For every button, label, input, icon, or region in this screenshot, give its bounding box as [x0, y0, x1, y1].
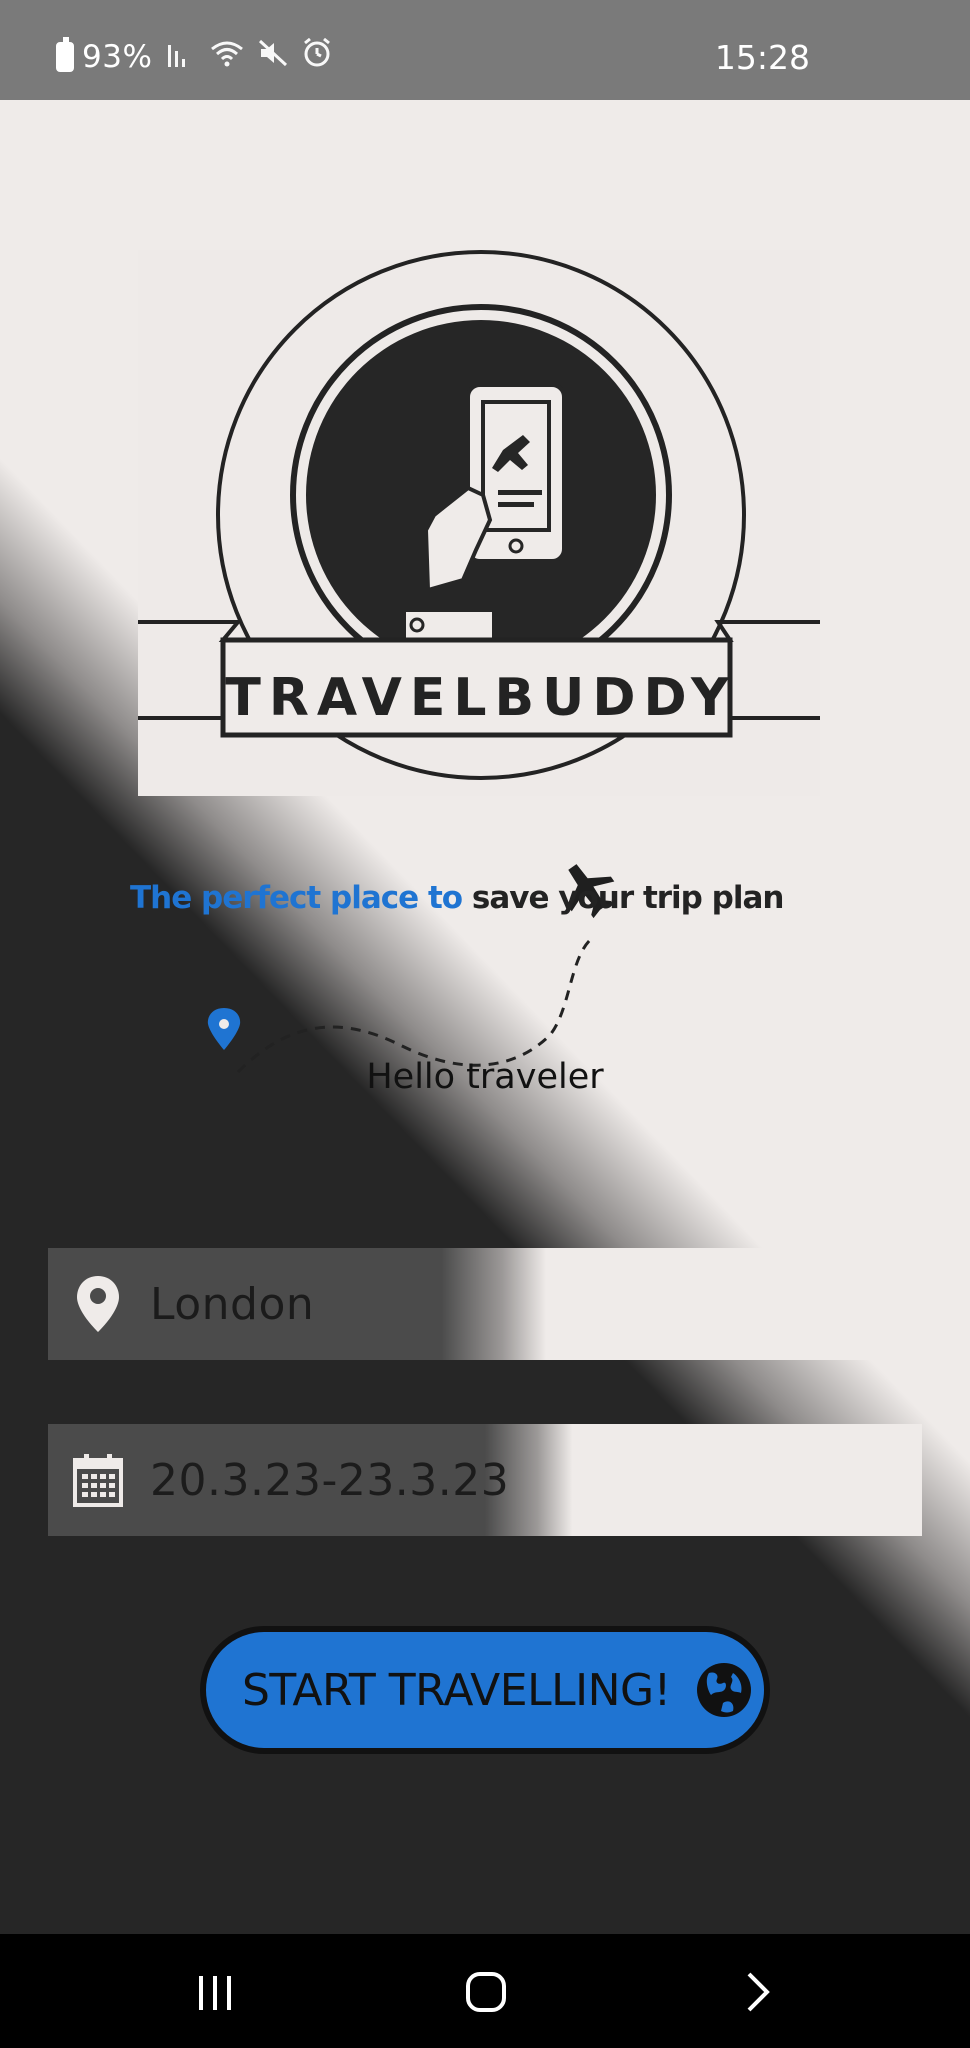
- tagline: The perfect place to save your trip plan: [130, 880, 850, 916]
- dates-input[interactable]: 20.3.23-23.3.23: [48, 1424, 922, 1536]
- dates-value: 20.3.23-23.3.23: [150, 1454, 510, 1506]
- location-pin-icon: [72, 1274, 124, 1334]
- tagline-blue: The perfect place to: [130, 880, 463, 916]
- greeting-text: Hello traveler: [366, 1057, 604, 1097]
- start-travelling-button[interactable]: START TRAVELLING!: [200, 1626, 770, 1754]
- back-icon[interactable]: [728, 1964, 788, 2020]
- battery-charging-icon: [56, 36, 74, 72]
- globe-icon: [696, 1663, 751, 1717]
- tagline-dark: save your trip plan: [471, 880, 785, 916]
- battery-level: 93%: [82, 38, 153, 75]
- home-icon[interactable]: [456, 1964, 516, 2020]
- wifi-icon: [210, 39, 244, 74]
- status-bar: 93% 15:28: [0, 0, 970, 100]
- calendar-icon: [72, 1450, 124, 1510]
- travelbuddy-logo: TRAVELBUDDY: [138, 250, 820, 796]
- alarm-icon: [302, 37, 332, 75]
- map-pin-icon: [207, 1008, 241, 1050]
- flight-route-illustration: [207, 864, 615, 1074]
- signal-icon: [166, 39, 196, 74]
- logo-brand-text: TRAVELBUDDY: [225, 668, 736, 728]
- start-travelling-label: START TRAVELLING!: [242, 1664, 671, 1716]
- status-clock: 15:28: [714, 38, 810, 77]
- status-left: 93%: [56, 36, 332, 75]
- main-screen: TRAVELBUDDY The perfect place to save yo…: [0, 100, 970, 1934]
- destination-value: London: [150, 1278, 315, 1330]
- mute-icon: [258, 39, 288, 74]
- destination-input[interactable]: London: [48, 1248, 922, 1360]
- recent-apps-icon[interactable]: [185, 1964, 245, 2020]
- system-nav-bar: [0, 1934, 970, 2048]
